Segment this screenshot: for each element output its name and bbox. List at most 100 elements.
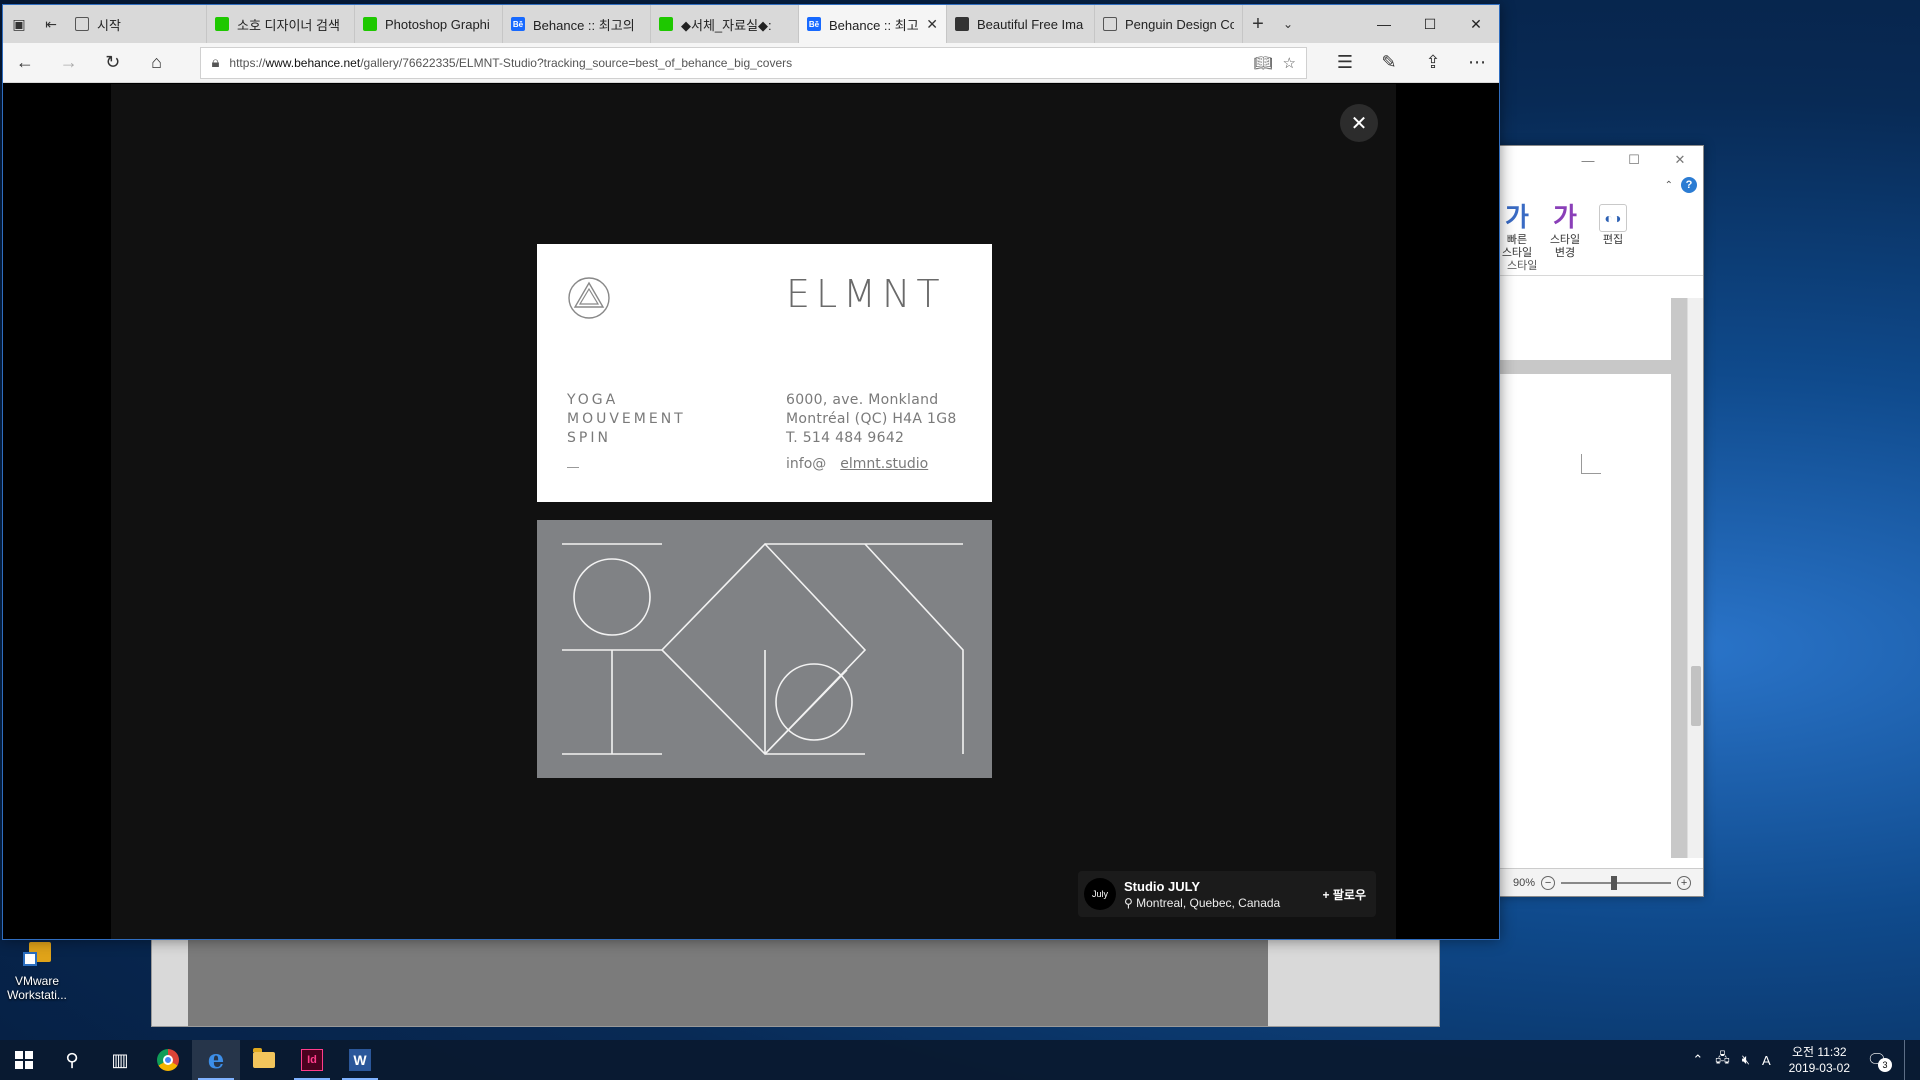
browser-tab[interactable]: 시작 (67, 5, 207, 43)
browser-tab[interactable]: 소호 디자이너 검색 (207, 5, 355, 43)
tab-label: Behance :: 최고 (829, 17, 919, 33)
elmnt-triangle-logo-icon (568, 277, 610, 319)
scrollbar-thumb[interactable] (1691, 666, 1701, 726)
lock-icon[interactable]: 🔒︎ (211, 54, 219, 71)
naver-favicon-icon (659, 17, 673, 31)
reading-view-icon[interactable]: 📖︎ (1254, 54, 1273, 72)
more-menu-icon[interactable]: ⋯ (1455, 52, 1499, 73)
network-icon[interactable]: 🖧︎ (1715, 1049, 1730, 1071)
owner-name[interactable]: Studio JULY (1124, 879, 1315, 894)
zoom-slider-knob[interactable] (1611, 875, 1618, 890)
edit-label: 편집 (1602, 234, 1624, 246)
email-domain: elmnt.studio (840, 456, 929, 472)
ime-indicator[interactable]: A (1762, 1053, 1771, 1068)
clock-time: 오전 11:32 (1792, 1045, 1847, 1059)
quick-styles-button[interactable]: 가 빠른 스타일 (1497, 200, 1537, 260)
address-line-1: 6000, ave. Monkland (786, 392, 939, 408)
indesign-canvas[interactable] (188, 936, 1268, 1026)
browser-tab[interactable]: Bē Behance :: 최고의 (503, 5, 651, 43)
word-close-button[interactable]: ✕ (1657, 152, 1703, 168)
back-button[interactable]: ← (3, 52, 47, 73)
minimize-button[interactable]: — (1361, 5, 1407, 43)
service-yoga: YOGA (567, 392, 619, 408)
set-aside-tabs-icon[interactable]: ⇤ (35, 5, 67, 43)
address-bar[interactable]: 🔒︎ https://www.behance.net/gallery/76622… (200, 46, 1307, 79)
word-window: — ☐ ✕ ⌃ ? 가 빠른 스타일 가 스타일 변경 ◐◑ 편집 스타일 90… (1494, 145, 1704, 897)
clock[interactable]: 오전 11:32 2019-03-02 (1789, 1044, 1850, 1076)
taskbar-file-explorer[interactable] (240, 1040, 288, 1080)
taskbar-word[interactable]: W (336, 1040, 384, 1080)
tab-label: Photoshop Graphi (385, 16, 490, 32)
system-tray: ⌃ 🖧︎ 🔇︎ A 오전 11:32 2019-03-02 🗨︎ 3 (1692, 1040, 1920, 1080)
address-phone: T. 514 484 9642 (786, 430, 905, 446)
word-maximize-button[interactable]: ☐ (1611, 152, 1657, 168)
show-hidden-icons-icon[interactable]: ⌃ (1692, 1052, 1703, 1068)
geometric-pattern-graphic (562, 542, 964, 756)
refresh-button[interactable]: ↻ (91, 52, 135, 73)
close-lightbox-button[interactable]: ✕ (1340, 104, 1378, 142)
search-button[interactable]: ⚲ (48, 1040, 96, 1080)
naver-favicon-icon (215, 17, 229, 31)
show-desktop-button[interactable] (1904, 1040, 1910, 1080)
windows-logo-icon (15, 1051, 33, 1069)
word-document-area[interactable] (1495, 298, 1687, 858)
browser-tab[interactable]: ◆서체_자료실◆: (651, 5, 799, 43)
tab-list-dropdown[interactable]: ⌄ (1273, 5, 1303, 43)
tab-preview-icon[interactable]: ▣ (3, 5, 35, 43)
share-icon[interactable]: ⇪ (1411, 52, 1455, 73)
task-view-button[interactable]: ▥ (96, 1040, 144, 1080)
behance-favicon-icon: Bē (511, 17, 525, 31)
zoom-out-button[interactable]: − (1541, 875, 1556, 890)
collapse-ribbon-icon[interactable]: ⌃ (1665, 180, 1673, 191)
action-center-button[interactable]: 🗨︎ 3 (1862, 1050, 1892, 1072)
tab-label: 소호 디자이너 검색 (237, 17, 340, 33)
project-owner-card[interactable]: July Studio JULY ⚲ Montreal, Quebec, Can… (1078, 871, 1376, 917)
address-url[interactable]: https://www.behance.net/gallery/76622335… (229, 56, 1243, 70)
forward-button[interactable]: → (47, 52, 91, 73)
taskbar-edge[interactable]: e (192, 1040, 240, 1080)
favorites-hub-icon[interactable]: ☰ (1323, 52, 1367, 73)
help-icon[interactable]: ? (1681, 177, 1697, 193)
tab-label: Behance :: 최고의 (533, 17, 635, 33)
indesign-window (151, 935, 1440, 1027)
change-styles-label: 스타일 변경 (1549, 234, 1581, 259)
card-services: YOGA MOUVEMENT SPIN (567, 391, 686, 448)
web-viewport: ELMNT YOGA MOUVEMENT SPIN 6000, ave. Mon… (3, 84, 1499, 939)
taskbar-chrome[interactable] (144, 1040, 192, 1080)
desktop-icon-label: VMware Workstati... (7, 974, 67, 1002)
word-minimize-button[interactable]: — (1565, 153, 1611, 168)
card-wordmark: ELMNT (786, 272, 946, 316)
zoom-level[interactable]: 90% (1513, 877, 1535, 889)
word-page[interactable] (1495, 374, 1671, 858)
browser-tab[interactable]: Photoshop Graphi (355, 5, 503, 43)
binoculars-icon: ◐◑ (1599, 204, 1627, 232)
zoom-in-button[interactable]: + (1677, 875, 1692, 890)
zoom-slider[interactable] (1561, 875, 1672, 890)
email-user: info@ (786, 456, 827, 472)
owner-avatar[interactable]: July (1084, 878, 1116, 910)
change-styles-button[interactable]: 가 스타일 변경 (1545, 200, 1585, 260)
word-ribbon: 가 빠른 스타일 가 스타일 변경 ◐◑ 편집 스타일 (1495, 196, 1703, 276)
close-tab-icon[interactable]: ✕ (926, 16, 938, 33)
maximize-button[interactable]: ☐ (1407, 5, 1453, 43)
follow-button[interactable]: + 팔로우 (1323, 886, 1370, 903)
desktop-icon-vmware[interactable]: VMware Workstati... (4, 940, 70, 1002)
browser-tab[interactable]: Penguin Design Co (1095, 5, 1243, 43)
browser-tab[interactable]: Beautiful Free Ima (947, 5, 1095, 43)
toolbar-right: ☰ ✎ ⇪ ⋯ (1323, 52, 1499, 73)
home-button[interactable]: ⌂ (135, 52, 179, 73)
volume-muted-icon[interactable]: 🔇︎ (1742, 1052, 1750, 1068)
taskbar-indesign[interactable]: Id (288, 1040, 336, 1080)
new-tab-button[interactable]: + (1243, 5, 1273, 43)
close-window-button[interactable]: ✕ (1453, 5, 1499, 43)
favorite-star-icon[interactable]: ☆ (1283, 54, 1296, 72)
edit-button[interactable]: ◐◑ 편집 (1593, 200, 1633, 260)
card-email: info@ elmnt.studio (786, 456, 928, 472)
browser-tab[interactable]: Bē Behance :: 최고 ✕ (799, 5, 947, 43)
word-vertical-scrollbar[interactable] (1687, 298, 1703, 858)
start-button[interactable] (0, 1040, 48, 1080)
business-card-back-image (537, 520, 992, 778)
project-lightbox[interactable]: ELMNT YOGA MOUVEMENT SPIN 6000, ave. Mon… (111, 84, 1396, 939)
web-note-icon[interactable]: ✎ (1367, 52, 1411, 73)
location-pin-icon: ⚲ (1124, 895, 1137, 910)
